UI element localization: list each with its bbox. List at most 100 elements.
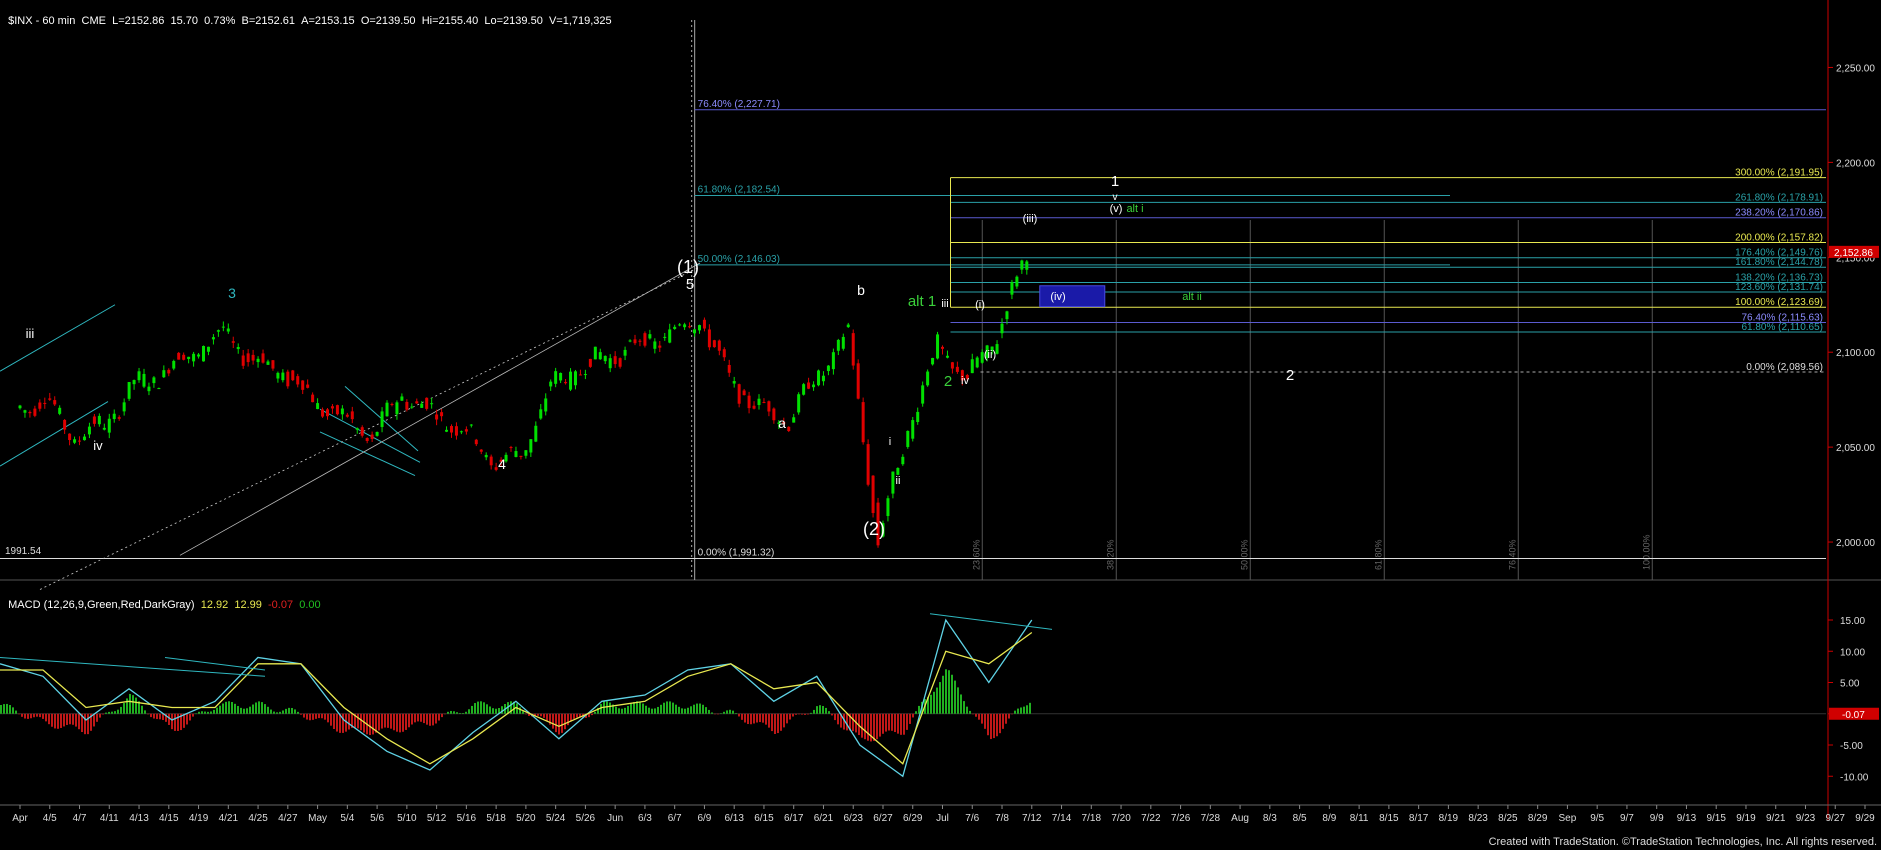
macd-y-tick-label: 5.00: [1840, 679, 1860, 690]
macd-hist-down: [18, 713, 20, 715]
price-body-up: [896, 467, 900, 475]
macd-hist-down: [408, 713, 410, 728]
price-body-up: [192, 353, 196, 362]
time-fib-label: 61.80%: [1373, 539, 1383, 570]
price-body-up: [593, 346, 597, 360]
trendline-channel-bottom: [0, 401, 109, 467]
macd-hist-up: [720, 713, 722, 714]
x-tick-label: 4/21: [219, 813, 239, 824]
macd-hist-down: [150, 713, 152, 718]
price-body-down: [306, 384, 310, 388]
macd-hist-down: [426, 713, 428, 725]
price-body-down: [241, 355, 245, 366]
price-body-up: [826, 365, 830, 372]
x-tick-label: 7/12: [1022, 813, 1042, 824]
macd-hist-up: [486, 704, 488, 714]
long-trendline-dashed: [39, 266, 701, 590]
macd-hist-up: [294, 709, 296, 714]
price-body-down: [856, 363, 860, 399]
macd-hist-down: [864, 713, 866, 740]
macd-hist-up: [243, 708, 245, 714]
x-tick-label: 5/4: [340, 813, 354, 824]
macd-hist-down: [861, 713, 863, 738]
macd-hist-up: [963, 701, 965, 714]
price-body-up: [87, 426, 91, 435]
price-body-down: [33, 408, 37, 416]
macd-hist-down: [1005, 713, 1007, 724]
macd-hist-up: [447, 711, 449, 714]
macd-hist-up: [207, 711, 209, 714]
macd-hist-down: [795, 713, 797, 715]
wave-label: v: [1113, 192, 1118, 203]
price-body-up: [58, 407, 62, 414]
macd-hist-up: [966, 706, 968, 714]
macd-hist-down: [357, 713, 359, 729]
macd-hist-up: [819, 705, 821, 714]
x-tick-label: 4/15: [159, 813, 179, 824]
price-body-up: [355, 428, 359, 430]
macd-hist-down: [321, 713, 323, 719]
price-body-up: [236, 347, 240, 350]
macd-hist-up: [453, 711, 455, 714]
price-body-up: [916, 411, 920, 423]
time-fib-label: 23.60%: [971, 539, 981, 570]
price-body-up: [926, 371, 930, 386]
macd-hist-up: [711, 712, 713, 714]
x-tick-label: 4/5: [43, 813, 57, 824]
wave-label: (v): [1110, 203, 1123, 215]
macd-y-tick-label: -10.00: [1840, 772, 1869, 783]
macd-hist-up: [210, 711, 212, 714]
macd-hist-up: [1023, 706, 1025, 714]
macd-hist-up: [705, 707, 707, 714]
macd-hist-up: [198, 711, 200, 714]
macd-hist-up: [735, 713, 737, 714]
macd-hist-down: [546, 713, 548, 721]
macd-hist-up: [195, 713, 197, 715]
macd-hist-down: [987, 713, 989, 736]
macd-hist-down: [63, 713, 65, 727]
price-body-up: [152, 377, 156, 384]
price-body-down: [301, 380, 305, 390]
macd-hist-down: [867, 713, 869, 741]
price-body-down: [866, 444, 870, 485]
macd-y-tick-label: -5.00: [1840, 741, 1863, 752]
price-body-up: [623, 349, 627, 356]
macd-hist-up: [234, 703, 236, 714]
macd-hist-down: [873, 713, 875, 741]
macd-hist-up: [930, 694, 932, 714]
x-tick-label: 6/23: [843, 813, 863, 824]
price-body-up: [18, 405, 22, 409]
macd-hist-up: [222, 703, 224, 714]
price-body-down: [519, 455, 523, 457]
x-tick-label: 5/10: [397, 813, 417, 824]
macd-hist-down: [309, 713, 311, 721]
macd-hist-up: [816, 706, 818, 714]
macd-hist-down: [888, 713, 890, 731]
macd-hist-up: [948, 670, 950, 714]
macd-hist-down: [786, 713, 788, 724]
price-body-down: [92, 416, 96, 424]
macd-hist-down: [21, 713, 23, 717]
macd-hist-down: [72, 713, 74, 725]
macd-hist-up: [9, 705, 11, 714]
price-body-up: [187, 356, 191, 360]
macd-hist-up: [672, 702, 674, 714]
macd-hist-down: [393, 713, 395, 731]
price-body-up: [1010, 282, 1014, 295]
price-body-down: [28, 412, 32, 414]
macd-hist-down: [567, 713, 569, 726]
macd-hist-down: [390, 713, 392, 729]
price-body-up: [1000, 323, 1004, 334]
x-tick-label: 6/7: [668, 813, 682, 824]
macd-hist-down: [27, 713, 29, 719]
price-body-up: [583, 374, 587, 376]
macd-hist-down: [780, 713, 782, 731]
macd-hist-up: [117, 709, 119, 714]
macd-hist-down: [153, 713, 155, 719]
macd-hist-down: [66, 713, 68, 725]
x-tick-label: 6/21: [814, 813, 834, 824]
macd-hist-down: [177, 713, 179, 731]
x-tick-label: 7/26: [1171, 813, 1191, 824]
macd-hist-down: [384, 713, 386, 728]
price-body-up: [221, 326, 225, 328]
